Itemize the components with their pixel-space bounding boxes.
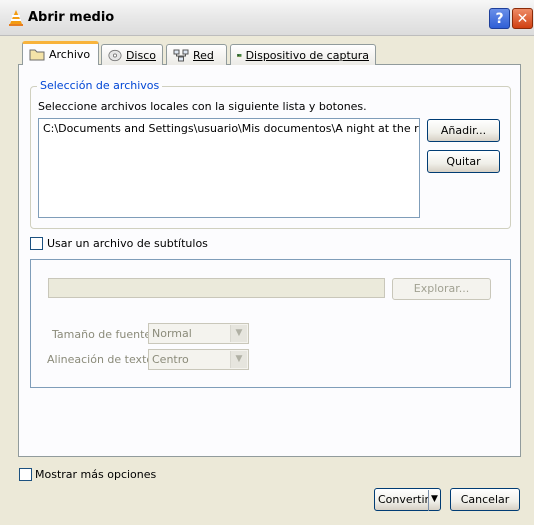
font-size-value: Normal xyxy=(152,327,192,340)
remove-button[interactable]: Quitar xyxy=(427,150,500,173)
more-options-label[interactable]: Mostrar más opciones xyxy=(35,468,156,481)
tab-archivo-label: Archivo xyxy=(49,48,91,61)
close-button[interactable]: ✕ xyxy=(512,8,533,29)
subtitles-checkbox[interactable] xyxy=(30,237,43,250)
file-list[interactable]: C:\Documents and Settings\usuario\Mis do… xyxy=(38,118,420,218)
help-button[interactable]: ? xyxy=(489,8,510,29)
font-size-select: Normal ▼ xyxy=(148,323,249,344)
tab-disco[interactable]: Disco xyxy=(101,44,163,65)
vlc-cone-icon xyxy=(9,10,23,26)
convert-dropdown-icon[interactable]: ▼ xyxy=(431,494,438,504)
alignment-label: Alineación de texto: xyxy=(47,353,157,366)
tab-disco-label: Disco xyxy=(125,48,156,62)
add-button[interactable]: Añadir... xyxy=(427,119,500,142)
font-size-label: Tamaño de fuente: xyxy=(52,328,155,341)
more-options-checkbox[interactable] xyxy=(19,468,32,481)
tab-archivo[interactable]: Archivo xyxy=(22,41,99,65)
convert-split-divider xyxy=(428,490,429,511)
folder-icon xyxy=(29,49,45,61)
subtitle-file-input xyxy=(48,278,385,298)
subtitles-checkbox-label[interactable]: Usar un archivo de subtítulos xyxy=(47,237,208,250)
file-selection-description: Seleccione archivos locales con la sigui… xyxy=(38,100,367,113)
capture-card-icon xyxy=(237,53,242,57)
cancel-button[interactable]: Cancelar xyxy=(450,488,520,511)
tab-dispositivo-label: Dispositivo de captura xyxy=(245,48,369,62)
alignment-select: Centro ▼ xyxy=(148,349,249,370)
chevron-down-icon: ▼ xyxy=(230,325,247,342)
chevron-down-icon: ▼ xyxy=(230,351,247,368)
tab-red[interactable]: Red xyxy=(166,44,227,65)
network-icon xyxy=(173,49,189,61)
tab-red-label: Red xyxy=(193,48,214,62)
file-selection-legend: Selección de archivos xyxy=(37,79,163,92)
tab-dispositivo-captura[interactable]: Dispositivo de captura xyxy=(230,44,376,65)
disc-icon xyxy=(108,49,122,61)
convert-label: Convertir xyxy=(378,493,430,506)
list-item[interactable]: C:\Documents and Settings\usuario\Mis do… xyxy=(43,122,419,135)
browse-button: Explorar... xyxy=(392,278,491,300)
alignment-value: Centro xyxy=(152,353,189,366)
window-title: Abrir medio xyxy=(28,10,115,25)
